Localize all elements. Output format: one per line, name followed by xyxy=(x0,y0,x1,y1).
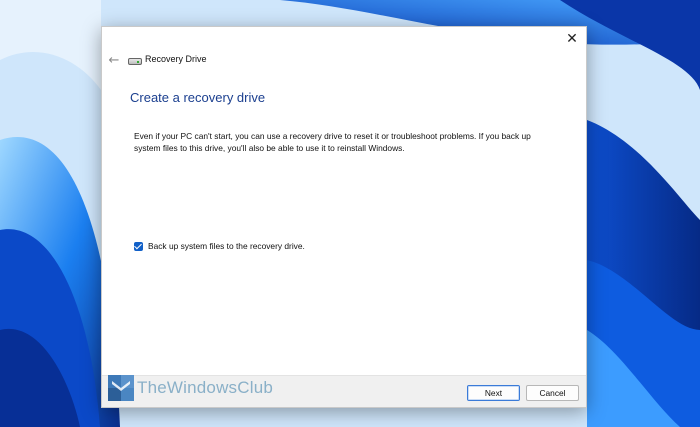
back-arrow-icon[interactable]: ← xyxy=(106,52,122,68)
window-title: Recovery Drive xyxy=(145,54,207,64)
page-heading: Create a recovery drive xyxy=(130,90,266,105)
backup-system-files-checkbox[interactable] xyxy=(134,241,143,251)
title-bar: ← Recovery Drive xyxy=(102,49,586,71)
close-icon[interactable]: ✕ xyxy=(562,29,582,49)
drive-icon xyxy=(128,58,142,65)
backup-option[interactable]: Back up system files to the recovery dri… xyxy=(134,241,305,251)
watermark-text: TheWindowsClub xyxy=(137,378,274,397)
thewindowsclub-logo-icon xyxy=(108,375,134,401)
watermark: TheWindowsClub xyxy=(108,375,273,401)
next-button[interactable]: Next xyxy=(467,385,520,401)
backup-system-files-label[interactable]: Back up system files to the recovery dri… xyxy=(148,241,305,251)
cancel-button[interactable]: Cancel xyxy=(526,385,579,401)
description-text: Even if your PC can't start, you can use… xyxy=(134,131,531,153)
recovery-drive-window: ✕ ← Recovery Drive Create a recovery dri… xyxy=(101,26,587,408)
